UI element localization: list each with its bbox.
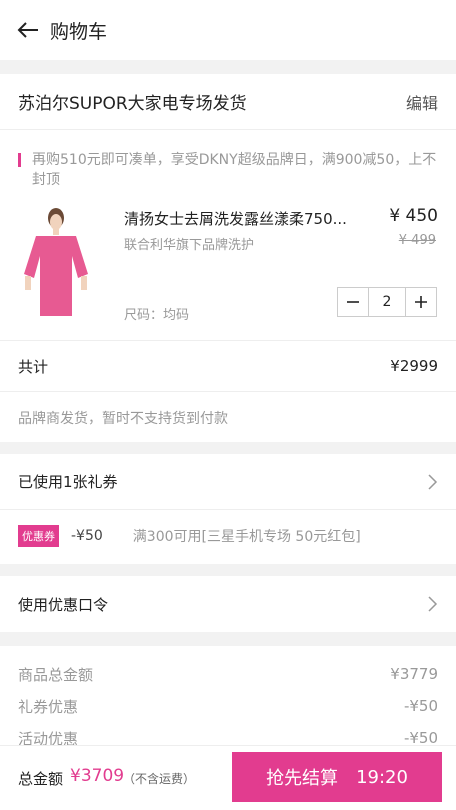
- coupon-row[interactable]: 已使用1张礼券: [0, 454, 456, 510]
- back-button[interactable]: [0, 0, 56, 60]
- quantity-stepper: 2: [337, 287, 437, 317]
- checkout-button[interactable]: 抢先结算 19:20: [232, 752, 442, 802]
- shipping-note: 品牌商发货，暂时不支持货到付款: [18, 411, 228, 427]
- chevron-right-icon: [428, 473, 438, 490]
- product-image[interactable]: [18, 208, 94, 316]
- quantity-value[interactable]: 2: [368, 288, 406, 316]
- summary-row: 礼券优惠 -¥50: [0, 690, 456, 722]
- product-subtitle: 联合利华旗下品牌洗护: [124, 238, 255, 253]
- plus-icon: [415, 296, 427, 308]
- page-title: 购物车: [50, 20, 108, 43]
- coupon-amount: -¥50: [71, 528, 103, 544]
- subtotal-row: 共计 ¥2999: [0, 340, 456, 392]
- increase-button[interactable]: [406, 288, 436, 316]
- subtotal-label: 共计: [18, 357, 49, 376]
- arrow-left-icon: [17, 22, 38, 38]
- summary-value: -¥50: [403, 729, 438, 746]
- coupon-label: 已使用1张礼券: [18, 473, 118, 491]
- price-summary: 商品总金额 ¥3779 礼券优惠 -¥50 活动优惠 -¥50: [0, 646, 456, 746]
- promo-code-label: 使用优惠口令: [18, 595, 109, 614]
- total-label: 总金额: [18, 770, 64, 788]
- app-header: 购物车: [0, 0, 456, 60]
- summary-label: 商品总金额: [18, 665, 94, 684]
- summary-row: 活动优惠 -¥50: [0, 722, 456, 746]
- total-value: ¥3709: [70, 766, 125, 786]
- checkout-bar: 总金额 ¥3709 （不含运费） 抢先结算 19:20: [0, 745, 456, 810]
- coupon-badge: 优惠券: [18, 525, 59, 547]
- summary-value: ¥3779: [390, 665, 438, 683]
- product-size: 尺码：均码: [124, 308, 190, 323]
- shop-name: 苏泊尔SUPOR大家电专场发货: [18, 94, 247, 114]
- subtotal-value: ¥2999: [390, 357, 438, 375]
- product-name[interactable]: 清扬女士去屑洗发露丝漾柔750...: [124, 208, 354, 229]
- cart-item-block: 再购510元即可凑单，享受DKNY超级品牌日，满900减50，上不封顶 清扬女士…: [0, 130, 456, 442]
- shop-header: 苏泊尔SUPOR大家电专场发货 编辑: [0, 74, 456, 130]
- chevron-right-icon: [428, 596, 438, 612]
- product-price: ¥ 450: [389, 206, 438, 226]
- coupon-section: 已使用1张礼券 优惠券 -¥50 满300可用[三星手机专场 50元红包]: [0, 454, 456, 564]
- summary-value: -¥50: [403, 697, 438, 715]
- checkout-label: 抢先结算: [266, 768, 339, 789]
- decrease-button[interactable]: [338, 288, 368, 316]
- promo-code-row[interactable]: 使用优惠口令: [0, 576, 456, 632]
- summary-label: 礼券优惠: [18, 697, 79, 716]
- coupon-description: 满300可用[三星手机专场 50元红包]: [132, 529, 361, 545]
- coupon-detail: 优惠券 -¥50 满300可用[三星手机专场 50元红包]: [0, 510, 456, 562]
- promo-notice[interactable]: 再购510元即可凑单，享受DKNY超级品牌日，满900减50，上不封顶: [18, 150, 438, 190]
- summary-label: 活动优惠: [18, 729, 79, 747]
- shipping-fee-note: （不含运费）: [123, 772, 196, 786]
- checkout-countdown: 19:20: [356, 766, 408, 788]
- summary-row: 商品总金额 ¥3779: [0, 658, 456, 690]
- product-original-price: ¥ 499: [398, 233, 436, 248]
- minus-icon: [347, 301, 359, 303]
- edit-button[interactable]: 编辑: [406, 90, 438, 114]
